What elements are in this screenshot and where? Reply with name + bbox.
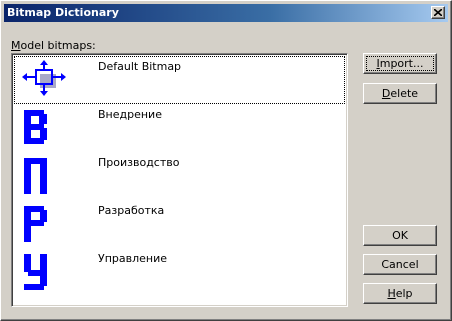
cyrillic-p-letter-icon [24,158,47,194]
cyrillic-v-letter-icon [24,110,47,144]
list-item-proizvodstvo[interactable]: Производство [14,152,345,200]
list-item-razrabotka[interactable]: Разработка [14,200,345,248]
title-bar[interactable]: Bitmap Dictionary [4,4,448,22]
delete-button[interactable]: Delete [363,83,437,104]
model-bitmaps-label: Model bitmaps: [11,39,96,52]
close-button[interactable] [431,6,445,19]
list-item-vnedrenie[interactable]: Внедрение [14,104,345,152]
help-button[interactable]: Help [363,283,437,304]
list-item-label: Разработка [98,204,165,217]
list-item-default-bitmap[interactable]: Default Bitmap [14,56,345,104]
model-bitmaps-list[interactable]: Default Bitmap Внедрение Производство Ра… [11,53,348,307]
bitmap-dictionary-dialog: Bitmap Dictionary Model bitmaps: Default… [0,0,452,321]
ok-button[interactable]: OK [363,225,437,246]
cyrillic-r-letter-icon [24,206,47,242]
list-item-label: Default Bitmap [98,60,182,73]
list-item-label: Внедрение [98,108,162,121]
default-bitmap-icon [22,60,66,96]
list-item-label: Управление [98,252,168,265]
import-button[interactable]: Import... [363,53,437,74]
cyrillic-u-letter-icon [24,254,47,290]
window-title: Bitmap Dictionary [7,6,119,19]
cancel-button[interactable]: Cancel [363,254,437,275]
list-item-upravlenie[interactable]: Управление [14,248,345,296]
close-icon [434,9,442,16]
list-item-label: Производство [98,156,180,169]
